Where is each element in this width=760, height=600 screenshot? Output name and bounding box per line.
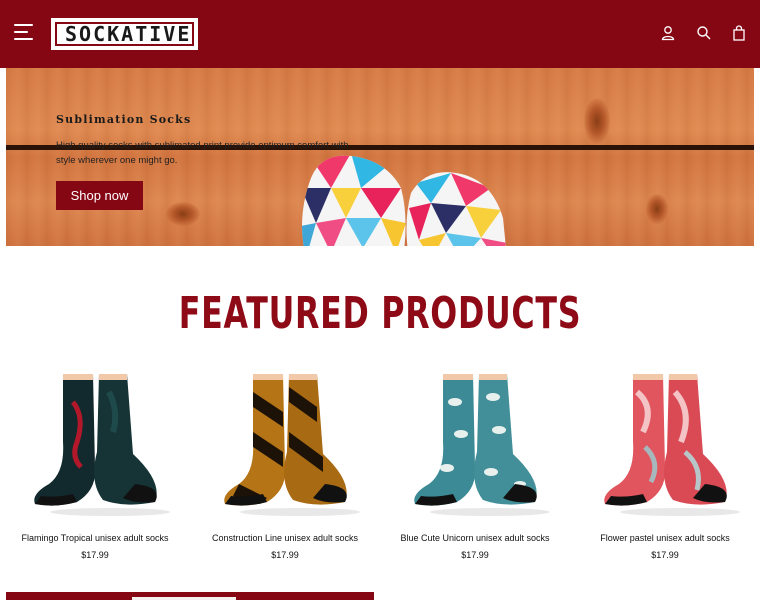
logo-text: SOCKATIVE [65, 22, 192, 46]
product-card[interactable]: Construction Line unisex adult socks $17… [195, 372, 375, 567]
product-image [414, 374, 550, 516]
product-image [224, 374, 360, 516]
product-name[interactable]: Construction Line unisex adult socks [195, 533, 375, 543]
site-header: SOCKATIVE [0, 0, 760, 68]
wood-knot [584, 98, 610, 144]
product-price: $17.99 [651, 550, 679, 560]
featured-products-title: FEATURED PRODUCTS [178, 288, 582, 339]
product-price: $17.99 [271, 550, 299, 560]
product-name[interactable]: Flower pastel unisex adult socks [575, 533, 755, 543]
shop-now-button[interactable]: Shop now [56, 181, 143, 210]
user-icon[interactable] [660, 25, 676, 41]
wood-knot [166, 202, 200, 226]
product-card[interactable]: Blue Cute Unicorn unisex adult socks $17… [385, 372, 565, 567]
hero-socks-image [302, 155, 507, 246]
product-image [604, 374, 740, 516]
wood-knot [646, 194, 668, 224]
product-price: $17.99 [81, 550, 109, 560]
menu-icon[interactable] [14, 24, 33, 42]
product-name[interactable]: Blue Cute Unicorn unisex adult socks [385, 533, 565, 543]
logo[interactable]: SOCKATIVE [51, 18, 198, 50]
search-icon[interactable] [696, 25, 712, 41]
product-card[interactable]: Flower pastel unisex adult socks $17.99 [575, 372, 755, 567]
hero-title: Sublimation Socks [56, 113, 192, 126]
product-card[interactable]: Flamingo Tropical unisex adult socks $17… [5, 372, 185, 567]
product-price: $17.99 [461, 550, 489, 560]
product-name[interactable]: Flamingo Tropical unisex adult socks [5, 533, 185, 543]
product-image [34, 374, 170, 516]
hero-banner: Sublimation Socks High quality socks wit… [6, 68, 754, 246]
bag-icon[interactable] [731, 25, 747, 41]
section-banner-strip [6, 592, 374, 600]
